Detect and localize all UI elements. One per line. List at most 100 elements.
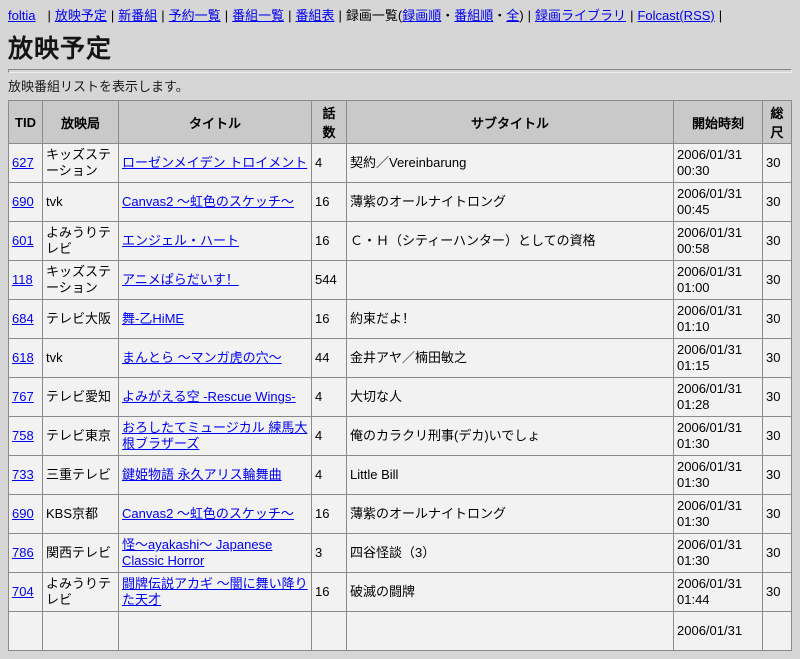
tid-cell: 627 (9, 144, 43, 183)
station-cell: テレビ大阪 (43, 300, 119, 339)
start-cell: 2006/01/3101:44 (674, 573, 763, 612)
length-cell (763, 612, 792, 651)
tid-link[interactable]: 690 (12, 194, 34, 209)
subtitle-cell: 大切な人 (347, 378, 674, 417)
tid-link[interactable]: 704 (12, 584, 34, 599)
nav-link-program-order[interactable]: 番組順 (454, 8, 493, 23)
title-link[interactable]: 鍵姫物語 永久アリス輪舞曲 (122, 467, 282, 482)
start-date: 2006/01/31 (677, 420, 742, 435)
length-cell: 30 (763, 417, 792, 456)
start-time: 01:30 (677, 436, 710, 451)
episode-cell: 4 (312, 417, 347, 456)
title-link[interactable]: Canvas2 〜虹色のスケッチ〜 (122, 194, 294, 209)
title-cell: アニメぱらだいす！ (119, 261, 312, 300)
table-row: 704 よみうりテレビ 闘牌伝説アカギ 〜闇に舞い降りた天才 16 破滅の闘牌 … (9, 573, 792, 612)
nav-separator: | (528, 8, 531, 23)
tid-cell: 767 (9, 378, 43, 417)
tid-link[interactable]: 618 (12, 350, 34, 365)
title-link[interactable]: おろしたてミュージカル 練馬大根ブラザーズ (122, 420, 307, 451)
start-cell: 2006/01/3101:30 (674, 534, 763, 573)
station-cell: tvk (43, 339, 119, 378)
tid-cell: 690 (9, 183, 43, 222)
length-cell: 30 (763, 495, 792, 534)
title-link[interactable]: まんとら 〜マンガ虎の穴〜 (122, 350, 282, 365)
column-header-length: 総 尺 (763, 101, 792, 144)
start-time: 00:30 (677, 163, 710, 178)
episode-cell: 16 (312, 300, 347, 339)
nav-link-timetable[interactable]: 番組表 (295, 8, 334, 23)
station-cell: テレビ愛知 (43, 378, 119, 417)
title-link[interactable]: エンジェル・ハート (122, 233, 239, 248)
title-link[interactable]: アニメぱらだいす！ (122, 272, 239, 287)
station-cell: テレビ東京 (43, 417, 119, 456)
nav-link-reservations[interactable]: 予約一覧 (169, 8, 221, 23)
start-date: 2006/01/31 (677, 381, 742, 396)
title-link[interactable]: Canvas2 〜虹色のスケッチ〜 (122, 506, 294, 521)
nav-link-all-recordings[interactable]: 全 (506, 8, 519, 23)
tid-link[interactable]: 118 (12, 272, 33, 287)
start-cell: 2006/01/3101:30 (674, 417, 763, 456)
episode-cell: 4 (312, 378, 347, 417)
episode-cell: 544 (312, 261, 347, 300)
column-header-station: 放映局 (43, 101, 119, 144)
title-link[interactable]: 闘牌伝説アカギ 〜闇に舞い降りた天才 (122, 576, 308, 607)
title-cell: エンジェル・ハート (119, 222, 312, 261)
subtitle-cell: 約束だよ！ (347, 300, 674, 339)
title-cell: 鍵姫物語 永久アリス輪舞曲 (119, 456, 312, 495)
start-date: 2006/01/31 (677, 225, 742, 240)
title-link[interactable]: 舞-乙HiME (122, 311, 184, 326)
start-cell: 2006/01/3100:45 (674, 183, 763, 222)
start-time: 01:10 (677, 319, 710, 334)
nav-recordings-label-close: ) (519, 8, 523, 23)
tid-cell: 690 (9, 495, 43, 534)
start-cell: 2006/01/3100:30 (674, 144, 763, 183)
episode-cell: 16 (312, 573, 347, 612)
start-time: 01:30 (677, 475, 710, 490)
tid-cell: 704 (9, 573, 43, 612)
tid-link[interactable]: 627 (12, 155, 34, 170)
nav-link-foltia[interactable]: foltia (8, 8, 35, 23)
title-link[interactable]: よみがえる空 -Rescue Wings- (122, 389, 296, 404)
subtitle-cell: Little Bill (347, 456, 674, 495)
station-cell: キッズステーション (43, 261, 119, 300)
start-date: 2006/01/31 (677, 576, 742, 591)
tid-link[interactable]: 786 (12, 545, 34, 560)
table-row: 690 tvk Canvas2 〜虹色のスケッチ〜 16 薄紫のオールナイトロン… (9, 183, 792, 222)
nav-dot: ・ (493, 8, 506, 23)
title-link[interactable]: 怪〜ayakashi〜 Japanese Classic Horror (122, 537, 272, 568)
tid-link[interactable]: 758 (12, 428, 34, 443)
tid-link[interactable]: 690 (12, 506, 34, 521)
station-cell: KBS京都 (43, 495, 119, 534)
nav-separator: | (47, 8, 50, 23)
tid-cell: 758 (9, 417, 43, 456)
length-cell: 30 (763, 300, 792, 339)
column-header-subtitle: サブタイトル (347, 101, 674, 144)
title-cell (119, 612, 312, 651)
tid-link[interactable]: 601 (12, 233, 34, 248)
nav-link-new-programs[interactable]: 新番組 (118, 8, 157, 23)
tid-cell (9, 612, 43, 651)
column-header-tid: TID (9, 101, 43, 144)
nav-link-schedule[interactable]: 放映予定 (55, 8, 107, 23)
tid-link[interactable]: 684 (12, 311, 34, 326)
nav-link-rec-order[interactable]: 録画順 (402, 8, 441, 23)
title-cell: 舞-乙HiME (119, 300, 312, 339)
tid-cell: 601 (9, 222, 43, 261)
tid-link[interactable]: 733 (12, 467, 34, 482)
start-date: 2006/01/31 (677, 303, 742, 318)
start-cell: 2006/01/3101:30 (674, 495, 763, 534)
table-row: 733 三重テレビ 鍵姫物語 永久アリス輪舞曲 4 Little Bill 20… (9, 456, 792, 495)
nav-link-folcast[interactable]: Folcast(RSS) (637, 8, 714, 23)
title-link[interactable]: ローゼンメイデン トロイメント (122, 155, 307, 170)
divider (8, 69, 792, 73)
start-time: 01:15 (677, 358, 710, 373)
nav-link-library[interactable]: 録画ライブラリ (535, 8, 626, 23)
column-header-episode: 話 数 (312, 101, 347, 144)
nav-link-program-list[interactable]: 番組一覧 (232, 8, 284, 23)
tid-link[interactable]: 767 (12, 389, 34, 404)
nav-separator: | (225, 8, 228, 23)
subtitle-cell: 金井アヤ／楠田敏之 (347, 339, 674, 378)
tid-cell: 618 (9, 339, 43, 378)
episode-cell: 16 (312, 183, 347, 222)
start-time: 01:00 (677, 280, 710, 295)
